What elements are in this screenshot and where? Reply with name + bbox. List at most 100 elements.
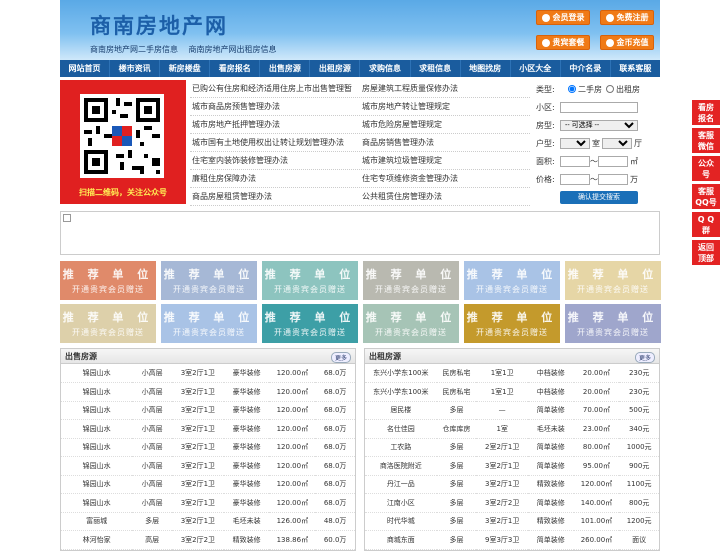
area-min-input[interactable] [560, 155, 590, 167]
table-row[interactable]: 丹江一品 多层 3室2厅1卫 精致装修 120.00㎡ 1100元 [365, 475, 659, 494]
table-cell[interactable]: 锦园山水 [61, 401, 133, 420]
house-type-select[interactable]: -- 可选择 -- [560, 119, 638, 131]
table-cell[interactable]: 东兴小学东100米 [365, 364, 437, 383]
regulation-link[interactable]: 住宅室内装饰装修管理办法 [190, 152, 360, 169]
regulation-link[interactable]: 廉租住房保障办法 [190, 170, 360, 187]
table-row[interactable]: 名仕佳园 仓库库房 1室 毛坯未装 23.00㎡ 340元 [365, 419, 659, 439]
recommend-unit-slot[interactable]: 推 荐 单 位开通贵宾会员赠送 [565, 304, 661, 343]
nav-customer-service[interactable]: 联系客服 [611, 60, 660, 77]
table-row[interactable]: 商洛医院附近 多层 3室2厅1卫 简单装修 95.00㎡ 900元 [365, 456, 659, 476]
recommend-unit-slot[interactable]: 推 荐 单 位开通贵宾会员赠送 [60, 304, 156, 343]
vip-package-button[interactable]: 贵宾套餐 [536, 35, 590, 50]
table-row[interactable]: 时代华城 多层 3室2厅1卫 精致装修 101.00㎡ 1200元 [365, 512, 659, 531]
nav-map-search[interactable]: 地图找房 [461, 60, 511, 77]
table-cell[interactable]: 锦园山水 [61, 382, 133, 402]
table-row[interactable]: 锦园山水 小高层 3室2厅1卫 豪华装修 120.00㎡ 68.0万 [61, 475, 355, 494]
side-float-button[interactable]: Q Q 群 [692, 212, 720, 237]
recommend-unit-slot[interactable]: 推 荐 单 位开通贵宾会员赠送 [464, 261, 560, 300]
regulation-link[interactable]: 城市房地产抵押管理办法 [190, 116, 360, 133]
table-row[interactable]: 锦园山水 小高层 3室2厅1卫 豪华装修 120.00㎡ 68.0万 [61, 401, 355, 420]
table-row[interactable]: 锦园山水 小高层 3室2厅1卫 豪华装修 120.00㎡ 68.0万 [61, 456, 355, 476]
table-cell[interactable]: 居民楼 [365, 401, 437, 420]
regulation-link[interactable]: 住宅专项维修资金管理办法 [360, 170, 530, 187]
table-row[interactable]: 锦园山水 小高层 3室2厅1卫 豪华装修 120.00㎡ 68.0万 [61, 382, 355, 402]
recommend-unit-slot[interactable]: 推 荐 单 位开通贵宾会员赠送 [464, 304, 560, 343]
ad-banner[interactable] [60, 211, 660, 255]
side-float-button[interactable]: 客服 QQ号 [692, 184, 720, 209]
nav-news[interactable]: 楼市资讯 [110, 60, 161, 77]
free-register-button[interactable]: 免费注册 [600, 10, 654, 25]
table-cell[interactable]: 锦园山水 [61, 438, 133, 457]
table-cell[interactable]: 东兴小学东100米 [365, 382, 437, 402]
recommend-unit-slot[interactable]: 推 荐 单 位开通贵宾会员赠送 [363, 304, 459, 343]
sale-more-button[interactable]: 更多 [330, 352, 351, 363]
table-cell[interactable]: 锦园山水 [61, 456, 133, 476]
regulation-link[interactable]: 商品房销售管理办法 [360, 134, 530, 151]
community-input[interactable] [560, 101, 638, 113]
recommend-unit-slot[interactable]: 推 荐 单 位开通贵宾会员赠送 [60, 261, 156, 300]
nav-new-homes[interactable]: 新房楼盘 [160, 60, 211, 77]
search-submit-button[interactable]: 确认提交搜索 [560, 190, 638, 204]
table-cell[interactable]: 锦园山水 [61, 419, 133, 439]
regulation-link[interactable]: 城市建筑垃圾管理规定 [360, 152, 530, 169]
hall-select[interactable] [602, 137, 632, 149]
table-row[interactable]: 东兴小学东100米 民房私宅 1室1卫 中档装修 20.00㎡ 230元 [365, 382, 659, 402]
table-cell[interactable]: 名仕佳园 [365, 419, 437, 439]
table-cell[interactable]: 锦园山水 [61, 493, 133, 513]
side-float-button[interactable]: 看房 报名 [692, 100, 720, 125]
nav-home[interactable]: 网站首页 [60, 60, 111, 77]
table-cell[interactable]: 锦园山水 [61, 475, 133, 494]
recommend-unit-slot[interactable]: 推 荐 单 位开通贵宾会员赠送 [262, 261, 358, 300]
table-cell[interactable]: 江南小区 [365, 493, 437, 513]
rent-more-button[interactable]: 更多 [634, 352, 655, 363]
table-cell[interactable]: 锦园山水 [61, 364, 133, 383]
site-logo-title[interactable]: 商南房地产网 [90, 10, 228, 40]
regulation-link[interactable]: 城市危险房屋管理规定 [360, 116, 530, 133]
table-cell[interactable]: 时代华城 [365, 512, 437, 531]
table-row[interactable]: 锦园山水 小高层 3室2厅1卫 豪华装修 120.00㎡ 68.0万 [61, 364, 355, 383]
type-second-hand-radio[interactable] [568, 85, 576, 93]
area-max-input[interactable] [598, 155, 628, 167]
table-row[interactable]: 工农路 多层 2室2厅1卫 简单装修 80.00㎡ 1000元 [365, 438, 659, 457]
table-cell[interactable]: 商洛医院附近 [365, 456, 437, 476]
table-cell[interactable]: 富丽城 [61, 512, 133, 531]
table-cell[interactable]: 丹江一品 [365, 475, 437, 494]
recommend-unit-slot[interactable]: 推 荐 单 位开通贵宾会员赠送 [565, 261, 661, 300]
recommend-unit-slot[interactable]: 推 荐 单 位开通贵宾会员赠送 [363, 261, 459, 300]
header-sublink-second-hand[interactable]: 商南房地产网二手房信息 [90, 45, 178, 54]
table-row[interactable]: 江南小区 多层 3室2厅2卫 简单装修 140.00㎡ 800元 [365, 493, 659, 513]
price-max-input[interactable] [598, 173, 628, 185]
room-select[interactable] [560, 137, 590, 149]
side-float-button[interactable]: 公众号 [692, 156, 720, 181]
nav-wanted-rent[interactable]: 求租信息 [411, 60, 461, 77]
table-row[interactable]: 居民楼 多层 — 简单装修 70.00㎡ 500元 [365, 401, 659, 420]
regulation-link[interactable]: 房屋建筑工程质量保修办法 [360, 80, 530, 97]
side-float-button[interactable]: 返回 顶部 [692, 240, 720, 265]
regulation-link[interactable]: 城市房地产转让管理规定 [360, 98, 530, 115]
table-row[interactable]: 锦园山水 小高层 3室2厅1卫 豪华装修 120.00㎡ 68.0万 [61, 493, 355, 513]
nav-agents[interactable]: 中介名录 [561, 60, 611, 77]
nav-for-sale[interactable]: 出售房源 [260, 60, 311, 77]
side-float-button[interactable]: 客服 微信 [692, 128, 720, 153]
member-login-button[interactable]: 会员登录 [536, 10, 590, 25]
nav-communities[interactable]: 小区大全 [511, 60, 561, 77]
recommend-unit-slot[interactable]: 推 荐 单 位开通贵宾会员赠送 [262, 304, 358, 343]
header-sublink-rental[interactable]: 商南房地产网出租房信息 [189, 45, 277, 54]
regulation-link[interactable]: 公共租赁住房管理办法 [360, 188, 530, 205]
table-row[interactable]: 锦园山水 小高层 3室2厅1卫 豪华装修 120.00㎡ 68.0万 [61, 438, 355, 457]
nav-for-rent[interactable]: 出租房源 [310, 60, 361, 77]
coin-recharge-button[interactable]: 金币充值 [600, 35, 654, 50]
table-row[interactable]: 富丽城 多层 3室2厅1卫 毛坯未装 126.00㎡ 48.0万 [61, 512, 355, 531]
recommend-unit-slot[interactable]: 推 荐 单 位开通贵宾会员赠送 [161, 304, 257, 343]
regulation-link[interactable]: 城市国有土地使用权出让转让规划管理办法 [190, 134, 360, 151]
table-cell[interactable]: 工农路 [365, 438, 437, 457]
table-row[interactable]: 东兴小学东100米 民房私宅 1室1卫 中档装修 20.00㎡ 230元 [365, 364, 659, 383]
price-min-input[interactable] [560, 173, 590, 185]
table-row[interactable]: 锦园山水 小高层 3室2厅1卫 豪华装修 120.00㎡ 68.0万 [61, 419, 355, 439]
recommend-unit-slot[interactable]: 推 荐 单 位开通贵宾会员赠送 [161, 261, 257, 300]
regulation-link[interactable]: 已购公有住房和经济适用住房上市出售管理暂 [190, 80, 360, 97]
regulation-link[interactable]: 城市商品房预售管理办法 [190, 98, 360, 115]
regulation-link[interactable]: 商品房屋租赁管理办法 [190, 188, 360, 205]
nav-viewing-signup[interactable]: 看房报名 [210, 60, 261, 77]
nav-wanted-buy[interactable]: 求购信息 [360, 60, 411, 77]
